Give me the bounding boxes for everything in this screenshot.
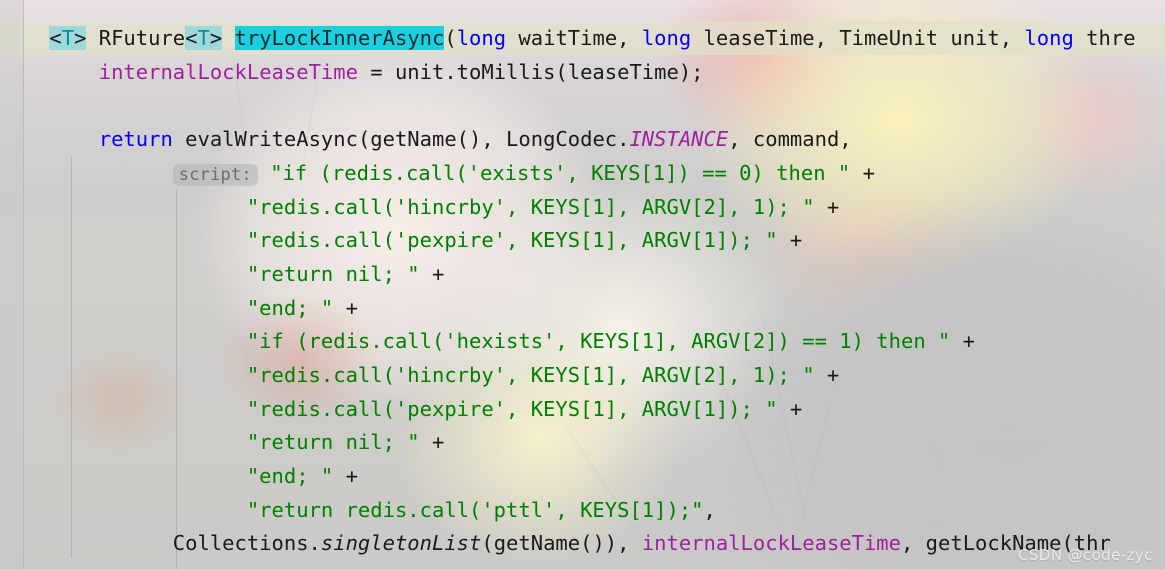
code-line[interactable]: script: "if (redis.call('exists', KEYS[1… [0, 157, 875, 191]
code-token: + [333, 464, 358, 488]
code-token: + [777, 397, 803, 421]
string-literal-token: "redis.call('hincrby', KEYS[1], ARGV[2],… [246, 363, 815, 387]
field-token: internalLockLeaseTime [98, 60, 358, 84]
code-token: , command, [728, 127, 852, 151]
inlay-parameter-hint[interactable]: script: [172, 164, 258, 186]
code-editor[interactable]: <T> RFuture<T> tryLockInnerAsync(long wa… [0, 0, 1165, 569]
keyword-token: long [641, 26, 692, 50]
code-token: (getName()), [481, 531, 642, 555]
code-token: waitTime, [506, 26, 642, 50]
code-token: + [333, 296, 358, 320]
keyword-token: long [1024, 26, 1074, 50]
code-content[interactable]: <T> RFuture<T> tryLockInnerAsync(long wa… [0, 0, 1165, 569]
code-line[interactable]: "return nil; " + [0, 258, 444, 292]
code-token: leaseTime, TimeUnit unit, [691, 26, 1025, 50]
code-line[interactable]: "return redis.call('pttl', KEYS[1]);", [0, 494, 716, 528]
code-line[interactable]: "redis.call('hincrby', KEYS[1], ARGV[2],… [0, 191, 839, 225]
string-literal-token: "redis.call('pexpire', KEYS[1], ARGV[1])… [246, 228, 778, 252]
string-literal-token: "end; " [246, 464, 334, 488]
code-line[interactable]: "redis.call('hincrby', KEYS[1], ARGV[2],… [0, 359, 839, 393]
code-token: + [419, 430, 445, 454]
code-line[interactable]: "redis.call('pexpire', KEYS[1], ARGV[1])… [0, 393, 802, 427]
keyword-token: return [98, 127, 173, 151]
selected-method-name[interactable]: tryLockInnerAsync [234, 26, 445, 50]
field-token: internalLockLeaseTime [641, 531, 901, 555]
code-token: evalWriteAsync(getName(), LongCodec. [172, 127, 630, 151]
code-token: , [703, 498, 716, 522]
code-token: Collections. [0, 531, 321, 555]
code-token: + [814, 195, 840, 219]
code-token: , getLockName(thr [901, 531, 1111, 555]
code-line[interactable]: internalLockLeaseTime = unit.toMillis(le… [0, 56, 704, 90]
static-field-token: INSTANCE [629, 127, 729, 151]
type-parameter-token: T [197, 26, 210, 50]
string-literal-token: "if (redis.call('hexists', KEYS[1], ARGV… [246, 329, 951, 353]
code-token: thre [1073, 26, 1136, 50]
keyword-token: long [456, 26, 507, 50]
code-token: ( [444, 26, 457, 50]
code-token: RFuture [86, 26, 186, 50]
code-line[interactable]: <T> RFuture<T> tryLockInnerAsync(long wa… [0, 22, 1136, 56]
code-line[interactable]: "redis.call('pexpire', KEYS[1], ARGV[1])… [0, 224, 802, 258]
string-literal-token: "redis.call('pexpire', KEYS[1], ARGV[1])… [246, 397, 778, 421]
code-line[interactable]: return evalWriteAsync(getName(), LongCod… [0, 123, 852, 157]
code-token: + [950, 329, 976, 353]
code-token: < [185, 26, 198, 50]
string-literal-token: "return nil; " [246, 262, 420, 286]
code-token: + [419, 262, 445, 286]
code-token: = unit.toMillis(leaseTime); [357, 60, 704, 84]
string-literal-token: "return nil; " [246, 430, 420, 454]
string-literal-token: "return redis.call('pttl', KEYS[1]);" [246, 498, 704, 522]
static-method-token: singletonList [320, 531, 482, 555]
code-line[interactable]: Collections.singletonList(getName()), in… [0, 527, 1111, 561]
code-line[interactable]: "if (redis.call('hexists', KEYS[1], ARGV… [0, 325, 975, 359]
string-literal-token: "if (redis.call('exists', KEYS[1]) == 0)… [270, 161, 851, 185]
string-literal-token: "redis.call('hincrby', KEYS[1], ARGV[2],… [246, 195, 815, 219]
code-token: < [49, 26, 62, 50]
code-line[interactable]: "return nil; " + [0, 426, 444, 460]
code-token: + [850, 161, 875, 185]
code-line[interactable]: "end; " + [0, 460, 358, 494]
type-parameter-token: T [61, 26, 75, 50]
code-token: + [814, 363, 840, 387]
string-literal-token: "end; " [246, 296, 334, 320]
code-line[interactable]: "end; " + [0, 292, 358, 326]
code-token: > [74, 26, 87, 50]
code-token: > [209, 26, 223, 50]
code-token: + [777, 228, 803, 252]
